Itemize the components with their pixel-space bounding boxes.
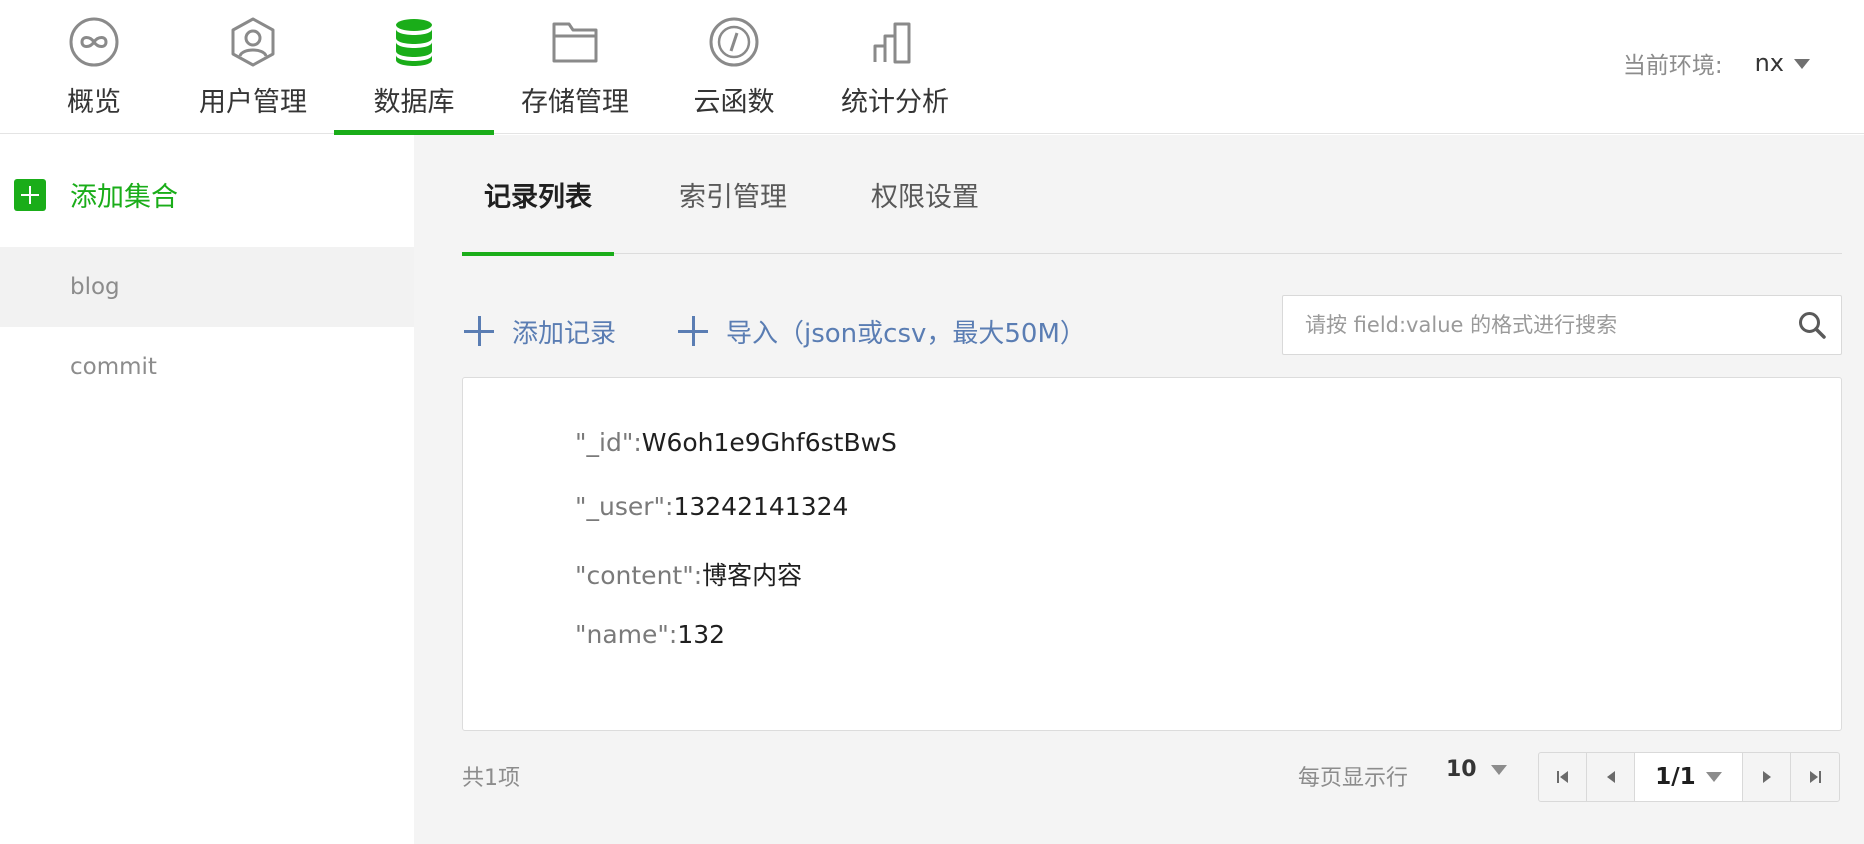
database-icon xyxy=(396,19,432,66)
record-field-name: "name":132 xyxy=(575,620,725,649)
tab-records[interactable]: 记录列表 xyxy=(462,135,614,256)
first-page-button[interactable] xyxy=(1539,753,1587,801)
search-icon[interactable] xyxy=(1797,310,1827,340)
nav-item-cloud-functions[interactable]: 云函数 xyxy=(692,0,776,134)
field-value: 132 xyxy=(677,620,726,649)
collection-name: commit xyxy=(70,354,157,380)
user-icon xyxy=(231,17,275,67)
stats-icon xyxy=(873,22,911,64)
nav-item-users[interactable]: 用户管理 xyxy=(196,0,310,134)
collection-sidebar: 添加集合 blog commit xyxy=(0,135,414,844)
prev-page-button[interactable] xyxy=(1587,753,1635,801)
plus-icon xyxy=(678,316,708,346)
pagination: 1/1 xyxy=(1538,752,1840,802)
folder-icon xyxy=(552,22,598,63)
tab-label: 索引管理 xyxy=(679,182,787,213)
environment-dropdown[interactable]: nx xyxy=(1755,49,1810,77)
search-box xyxy=(1282,295,1842,355)
chevron-right-icon xyxy=(1762,771,1771,783)
nav-label: 数据库 xyxy=(373,87,455,118)
field-key: "_user": xyxy=(575,492,674,521)
last-page-button[interactable] xyxy=(1791,753,1839,801)
add-record-label: 添加记录 xyxy=(512,318,617,349)
infinity-icon xyxy=(69,17,119,67)
page-select[interactable]: 1/1 xyxy=(1635,753,1743,801)
total-count: 共1项 xyxy=(462,766,520,791)
add-collection-label: 添加集合 xyxy=(70,182,178,213)
main-content: 记录列表 索引管理 权限设置 添加记录 导入（json或csv，最大50M） "… xyxy=(414,135,1864,844)
nav-label: 统计分析 xyxy=(841,87,949,118)
chevron-left-icon xyxy=(1606,771,1615,783)
nav-item-storage[interactable]: 存储管理 xyxy=(518,0,632,134)
add-record-button[interactable]: 添加记录 xyxy=(464,307,616,355)
rows-per-page-select[interactable]: 10 xyxy=(1446,757,1507,782)
nav-item-overview[interactable]: 概览 xyxy=(56,0,132,134)
record-card[interactable]: "_id":W6oh1e9Ghf6stBwS "_user":132421413… xyxy=(462,377,1842,731)
field-value: 13242141324 xyxy=(673,492,849,521)
collection-name: blog xyxy=(70,274,120,300)
nav-label: 云函数 xyxy=(693,87,775,118)
last-page-icon xyxy=(1810,771,1821,783)
field-value: W6oh1e9Ghf6stBwS xyxy=(641,428,897,457)
plus-square-icon xyxy=(14,178,46,211)
environment-value: nx xyxy=(1754,49,1784,77)
tab-label: 记录列表 xyxy=(484,182,592,213)
rows-per-page-value: 10 xyxy=(1446,757,1477,782)
chevron-down-icon xyxy=(1794,59,1810,69)
import-label: 导入（json或csv，最大50M） xyxy=(726,318,1086,349)
chevron-down-icon xyxy=(1705,772,1722,782)
top-navigation: 概览 用户管理 数据库 存储管理 云函数 统计分析 当前环境: nx xyxy=(0,0,1864,135)
field-value: 博客内容 xyxy=(702,561,803,590)
tab-permissions[interactable]: 权限设置 xyxy=(866,135,984,254)
nav-item-analytics[interactable]: 统计分析 xyxy=(838,0,952,134)
import-button[interactable]: 导入（json或csv，最大50M） xyxy=(678,307,1086,355)
sidebar-item-commit[interactable]: commit xyxy=(0,327,414,407)
nav-item-database[interactable]: 数据库 xyxy=(334,0,494,135)
chevron-down-icon xyxy=(1490,764,1507,775)
field-key: "_id": xyxy=(575,428,642,457)
add-collection-button[interactable]: 添加集合 xyxy=(14,175,178,214)
field-key: "content": xyxy=(575,561,703,590)
plus-icon xyxy=(464,316,494,346)
environment-selector: 当前环境: nx xyxy=(1623,46,1810,80)
nav-label: 存储管理 xyxy=(521,87,629,118)
search-input[interactable] xyxy=(1283,296,1797,354)
record-field-user: "_user":13242141324 xyxy=(575,492,848,521)
rows-per-page-label: 每页显示行 xyxy=(1298,766,1409,791)
page-indicator: 1/1 xyxy=(1655,764,1696,790)
function-code-icon xyxy=(709,17,759,67)
environment-label: 当前环境: xyxy=(1622,53,1723,79)
field-key: "name": xyxy=(575,620,678,649)
tab-indexes[interactable]: 索引管理 xyxy=(674,135,792,254)
nav-label: 用户管理 xyxy=(199,87,307,118)
record-field-content: "content":博客内容 xyxy=(575,556,802,592)
first-page-icon xyxy=(1556,771,1568,783)
next-page-button[interactable] xyxy=(1743,753,1791,801)
sidebar-item-blog[interactable]: blog xyxy=(0,247,414,327)
record-field-id: "_id":W6oh1e9Ghf6stBwS xyxy=(575,428,897,457)
tab-bar: 记录列表 索引管理 权限设置 xyxy=(462,135,1842,256)
tab-label: 权限设置 xyxy=(871,182,979,213)
nav-label: 概览 xyxy=(67,87,121,118)
